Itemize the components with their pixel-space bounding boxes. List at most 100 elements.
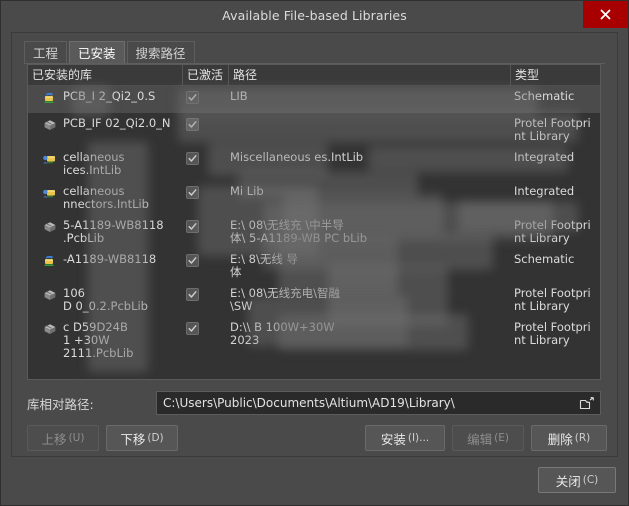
library-path-cell: D:\\ B 100W+30W 2023 [228, 317, 510, 359]
column-header-type[interactable]: 类型 [510, 64, 600, 86]
activated-cell[interactable] [182, 283, 228, 316]
schematic-library-icon [42, 91, 58, 105]
library-type-label: Integrated [514, 184, 575, 198]
library-name-label: -A1189-WB8118 [63, 252, 157, 266]
activated-cell[interactable] [182, 317, 228, 359]
pcb-footprint-library-icon [42, 118, 58, 132]
activated-checkbox[interactable] [186, 152, 199, 165]
close-button[interactable]: 关闭 (C) [538, 467, 616, 493]
tab-installed[interactable]: 已安装 [69, 41, 125, 63]
activated-cell[interactable] [182, 113, 228, 146]
library-name-label: PCB_IF 02_Qi2.0_N [63, 116, 171, 130]
library-path-cell: E:\ 08\无线充电\智融 \SW [228, 283, 510, 317]
library-path-cell: Miscellaneous es.IntLib [228, 147, 510, 178]
library-type-label: Schematic [514, 252, 575, 266]
library-name-cell[interactable]: -A1189-WB8118 [28, 249, 182, 282]
activated-cell[interactable] [182, 86, 228, 113]
move-down-button[interactable]: 下移 (D) [106, 425, 178, 451]
activated-cell[interactable] [182, 215, 228, 248]
library-name-cell[interactable]: PCB_I 2_Qi2_0.S [28, 86, 182, 113]
tab-search-path-label: 搜索路径 [135, 46, 186, 61]
library-name-label: 106 D 0_0.2.PcbLib [63, 286, 148, 313]
close-label: 关闭 [555, 473, 581, 489]
library-name-cell[interactable]: 5-A1189-WB8118 .PcbLib [28, 215, 182, 249]
pcb-footprint-library-icon [42, 288, 58, 302]
table-row[interactable]: PCB_IF 02_Qi2.0_N Protel Footprint Librar… [28, 113, 600, 147]
library-path-cell: E:\ 8\无线 导体 [228, 249, 510, 283]
remove-accel: (R) [574, 432, 591, 444]
library-path-label: E:\ 08\无线充电\智融 \SW [230, 286, 341, 313]
library-type-cell: Integrated [510, 181, 600, 214]
install-button[interactable]: 安装 (I)... [365, 425, 445, 451]
tab-installed-label: 已安装 [78, 46, 116, 61]
column-header-path[interactable]: 路径 [228, 64, 510, 86]
install-label: 安装 [380, 431, 406, 447]
table-row[interactable]: cellaneous nnectors.IntLib Mi Lib Integrat… [28, 181, 600, 215]
activated-checkbox[interactable] [186, 220, 199, 233]
edit-button[interactable]: 编辑 (E) [452, 425, 524, 451]
library-path-cell: E:\ 08\无线充 \中半导 体\ 5-A1189-WB PC bLib [228, 215, 510, 249]
remove-button[interactable]: 删除 (R) [531, 425, 607, 451]
activated-cell[interactable] [182, 249, 228, 282]
table-row[interactable]: 5-A1189-WB8118 .PcbLib E:\ 08\无线充 \中半导 体\ … [28, 215, 600, 249]
install-accel: (I)... [407, 432, 430, 444]
activated-checkbox[interactable] [186, 288, 199, 301]
library-relative-path-label: 库相对路径: [27, 396, 94, 412]
activated-checkbox[interactable] [186, 118, 199, 131]
table-row[interactable]: c D59D24B 1 +30W 2111.PcbLib D:\\ B 100W+… [28, 317, 600, 364]
library-type-label: Protel Footprint Library [514, 116, 591, 143]
activated-checkbox[interactable] [186, 322, 199, 335]
library-relative-path-row: 库相对路径: C:\Users\Public\Documents\Altium\… [27, 391, 601, 415]
library-type-cell: Protel Footprint Library [510, 215, 600, 249]
library-name-cell[interactable]: PCB_IF 02_Qi2.0_N [28, 113, 182, 146]
library-relative-path-input[interactable]: C:\Users\Public\Documents\Altium\AD19\Li… [156, 391, 601, 415]
activated-checkbox[interactable] [186, 186, 199, 199]
library-type-cell: Schematic [510, 249, 600, 282]
library-type-label: Protel Footprint Library [514, 218, 591, 245]
close-accel: (C) [582, 474, 599, 486]
library-path-label: E:\ 8\无线 导体 [230, 252, 299, 279]
library-path-label: Mi Lib [230, 184, 264, 198]
activated-checkbox[interactable] [186, 254, 199, 267]
folder-browse-icon[interactable] [579, 396, 594, 411]
column-header-activated[interactable]: 已激活 [182, 64, 228, 86]
table-row[interactable]: 106 D 0_0.2.PcbLib E:\ 08\无线充电\智融 \SW Prote… [28, 283, 600, 317]
library-name-label: cellaneous ices.IntLib [63, 150, 125, 177]
library-type-cell: Protel Footprint Library [510, 283, 600, 317]
library-name-cell[interactable]: cellaneous ices.IntLib [28, 147, 182, 181]
list-body: PCB_I 2_Qi2_0.S LIB Schematic PCB_IF 02_Qi… [28, 86, 600, 379]
tab-search-path[interactable]: 搜索路径 [126, 41, 195, 63]
activated-checkbox[interactable] [186, 91, 199, 104]
move-up-button[interactable]: 上移 (U) [27, 425, 99, 451]
library-name-cell[interactable]: 106 D 0_0.2.PcbLib [28, 283, 182, 317]
table-row[interactable]: -A1189-WB8118 E:\ 8\无线 导体 Schematic [28, 249, 600, 283]
dialog-footer: 关闭 (C) [1, 459, 628, 505]
edit-label: 编辑 [467, 431, 493, 447]
library-relative-path-value: C:\Users\Public\Documents\Altium\AD19\Li… [163, 396, 455, 410]
tab-project[interactable]: 工程 [24, 41, 68, 63]
library-type-cell: Protel Footprint Library [510, 113, 600, 147]
move-down-accel: (D) [147, 432, 164, 444]
library-type-label: Schematic [514, 89, 575, 103]
list-header: 已安装的库 已激活 路径 类型 [28, 64, 600, 86]
pcb-footprint-library-icon [42, 322, 58, 336]
library-path-cell: LIB [228, 86, 510, 113]
library-type-cell: Integrated [510, 147, 600, 178]
library-type-cell: Protel Footprint Library [510, 317, 600, 359]
library-type-cell: Schematic [510, 86, 600, 113]
tab-project-label: 工程 [33, 46, 59, 61]
library-name-label: c D59D24B 1 +30W 2111.PcbLib [63, 320, 134, 360]
library-name-cell[interactable]: c D59D24B 1 +30W 2111.PcbLib [28, 317, 182, 364]
activated-cell[interactable] [182, 147, 228, 178]
column-header-name[interactable]: 已安装的库 [28, 65, 182, 86]
library-path-label: LIB [230, 89, 248, 103]
table-row[interactable]: cellaneous ices.IntLib Miscellaneous es.I… [28, 147, 600, 181]
window-close-button[interactable] [583, 1, 628, 28]
title-bar: Available File-based Libraries [1, 1, 628, 29]
library-name-cell[interactable]: cellaneous nnectors.IntLib [28, 181, 182, 215]
window-title: Available File-based Libraries [222, 7, 407, 23]
activated-cell[interactable] [182, 181, 228, 214]
library-name-label: PCB_I 2_Qi2_0.S [63, 89, 156, 103]
library-path-label: Miscellaneous es.IntLib [230, 150, 364, 164]
table-row[interactable]: PCB_I 2_Qi2_0.S LIB Schematic [28, 86, 600, 113]
